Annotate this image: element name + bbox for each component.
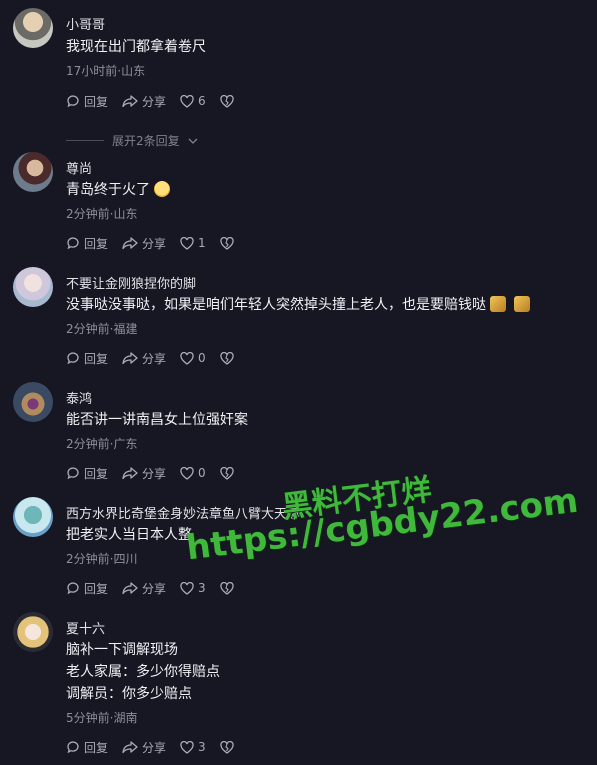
broken-heart-icon [220, 466, 234, 480]
comment-actions: 回复 分享 0 [66, 349, 234, 367]
dislike-button[interactable] [220, 236, 234, 250]
heart-icon [180, 94, 194, 108]
comment-text: 没事哒没事哒，如果是咱们年轻人突然掉头撞上老人，也是要赔钱哒 [66, 294, 530, 316]
dislike-button[interactable] [220, 581, 234, 595]
comment-actions: 回复 分享 3 [66, 738, 234, 756]
dislike-button[interactable] [220, 351, 234, 365]
reply-button[interactable]: 回复 [66, 350, 108, 367]
heart-icon [180, 351, 194, 365]
like-count: 0 [198, 351, 206, 365]
like-button[interactable]: 0 [180, 466, 206, 480]
comment-text-line: 脑补一下调解现场 [66, 642, 178, 658]
share-icon [122, 95, 138, 108]
reply-button[interactable]: 回复 [66, 465, 108, 482]
share-icon [122, 352, 138, 365]
avatar[interactable] [13, 612, 53, 652]
watermark-url: https://cgbdy22.com [184, 480, 581, 569]
comment-author[interactable]: 泰鸿 [66, 388, 92, 407]
share-button[interactable]: 分享 [122, 93, 166, 110]
broken-heart-icon [220, 236, 234, 250]
reply-icon [67, 237, 79, 250]
avatar[interactable] [13, 382, 53, 422]
reply-icon [67, 95, 79, 108]
like-count: 3 [198, 581, 206, 595]
divider [66, 140, 104, 141]
like-button[interactable]: 3 [180, 581, 206, 595]
expand-replies-button[interactable]: 展开2条回复 [66, 132, 198, 149]
comment-actions: 回复 分享 1 [66, 234, 234, 252]
like-count: 1 [198, 236, 206, 250]
avatar[interactable] [13, 497, 53, 537]
avatar[interactable] [13, 8, 53, 48]
share-icon [122, 467, 138, 480]
share-button[interactable]: 分享 [122, 739, 166, 756]
grinning-face-emoji [154, 181, 170, 197]
heart-icon [180, 740, 194, 754]
comment-text-line: 老人家属：多少你得赔点 [66, 664, 220, 680]
broken-heart-icon [220, 94, 234, 108]
share-button[interactable]: 分享 [122, 350, 166, 367]
like-button[interactable]: 3 [180, 740, 206, 754]
comment-author[interactable]: 尊尚 [66, 158, 92, 177]
comment-text: 我现在出门都拿着卷尺 [66, 39, 206, 55]
comment-author[interactable]: 夏十六 [66, 618, 105, 637]
like-count: 6 [198, 94, 206, 108]
share-icon [122, 582, 138, 595]
broken-heart-icon [220, 740, 234, 754]
comment-meta: 17小时前·山东 [66, 64, 146, 78]
share-icon [122, 237, 138, 250]
like-button[interactable]: 6 [180, 94, 206, 108]
comment-text-line: 调解员：你多少赔点 [66, 686, 192, 702]
heart-icon [180, 236, 194, 250]
gold-emoji [514, 296, 530, 312]
reply-icon [67, 741, 79, 754]
comment-text: 青岛终于火了 [66, 179, 170, 201]
watermark-title: 黑料不打烊 [280, 472, 434, 526]
reply-icon [67, 352, 79, 365]
reply-button[interactable]: 回复 [66, 235, 108, 252]
comment-meta: 2分钟前·福建 [66, 322, 138, 336]
comment-author[interactable]: 小哥哥 [66, 14, 105, 33]
like-count: 3 [198, 740, 206, 754]
share-button[interactable]: 分享 [122, 580, 166, 597]
comment-meta: 2分钟前·广东 [66, 437, 138, 451]
gold-emoji [490, 296, 506, 312]
chevron-down-icon [188, 138, 198, 144]
broken-heart-icon [220, 581, 234, 595]
broken-heart-icon [220, 351, 234, 365]
dislike-button[interactable] [220, 740, 234, 754]
reply-icon [67, 582, 79, 595]
like-button[interactable]: 1 [180, 236, 206, 250]
reply-icon [67, 467, 79, 480]
share-icon [122, 741, 138, 754]
dislike-button[interactable] [220, 94, 234, 108]
comment-author[interactable]: 西方水界比奇堡金身妙法章鱼八臂大天尊 [66, 503, 300, 522]
share-button[interactable]: 分享 [122, 235, 166, 252]
like-button[interactable]: 0 [180, 351, 206, 365]
reply-button[interactable]: 回复 [66, 580, 108, 597]
reply-button[interactable]: 回复 [66, 93, 108, 110]
comment-meta: 2分钟前·山东 [66, 207, 138, 221]
heart-icon [180, 581, 194, 595]
heart-icon [180, 466, 194, 480]
comment-author[interactable]: 不要让金刚狼捏你的脚 [66, 273, 196, 292]
comment-actions: 回复 分享 0 [66, 464, 234, 482]
comment-actions: 回复 分享 3 [66, 579, 234, 597]
comment-meta: 2分钟前·四川 [66, 552, 138, 566]
like-count: 0 [198, 466, 206, 480]
comment-text: 把老实人当日本人整 [66, 527, 192, 543]
comment-meta: 5分钟前·湖南 [66, 711, 138, 725]
comment-actions: 回复 分享 6 [66, 92, 234, 110]
avatar[interactable] [13, 267, 53, 307]
comment-text: 能否讲一讲南昌女上位强奸案 [66, 412, 248, 428]
avatar[interactable] [13, 152, 53, 192]
share-button[interactable]: 分享 [122, 465, 166, 482]
reply-button[interactable]: 回复 [66, 739, 108, 756]
dislike-button[interactable] [220, 466, 234, 480]
